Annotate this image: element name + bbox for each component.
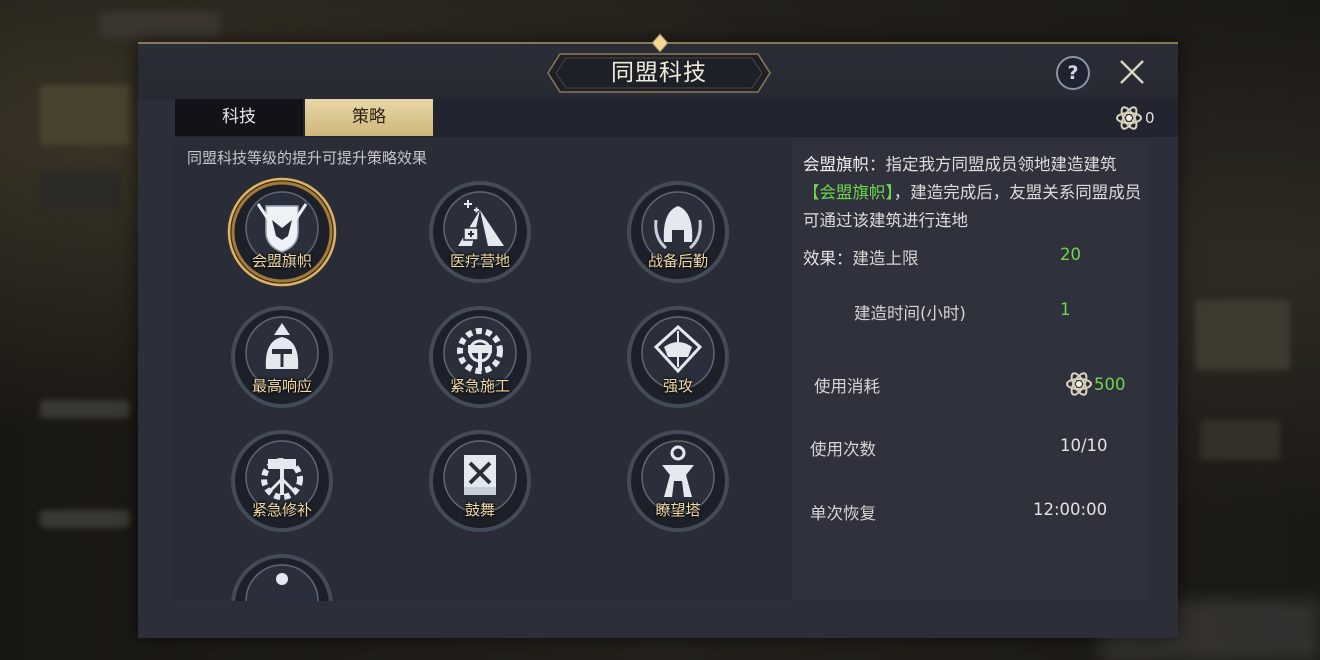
background-avatar-blur bbox=[40, 85, 130, 145]
uses-value: 10/10 bbox=[1060, 436, 1108, 455]
strategy-label: 紧急修补 bbox=[251, 501, 312, 519]
build-time-label: 建造时间(小时) bbox=[854, 304, 966, 323]
description-text: ：指定我方同盟成员领地建造建筑 bbox=[869, 155, 1117, 174]
knight-helmet-icon bbox=[231, 306, 333, 408]
description-highlight: 【会盟旗帜】 bbox=[803, 183, 894, 202]
medical-tent-icon bbox=[429, 181, 531, 283]
strategy-label: 最高响应 bbox=[251, 377, 312, 395]
build-time-value: 1 bbox=[1060, 300, 1071, 319]
strategy-node-repair[interactable]: 紧急修补 bbox=[226, 425, 338, 537]
strategy-label: 鼓舞 bbox=[464, 501, 495, 519]
tab-bar: 科技 策略 0 bbox=[175, 99, 1178, 137]
strategy-node-assault[interactable]: 强攻 bbox=[622, 301, 734, 413]
strategy-node-partial[interactable] bbox=[226, 549, 338, 601]
watchtower-icon bbox=[627, 430, 729, 532]
strategy-node-logistics[interactable]: 战备后勤 bbox=[622, 176, 734, 288]
banner-icon bbox=[429, 430, 531, 532]
crossed-swords-icon bbox=[627, 306, 729, 408]
dialog-title: 同盟科技 bbox=[611, 60, 707, 86]
strategy-label: 瞭望塔 bbox=[655, 501, 701, 519]
strategy-label: 战备后勤 bbox=[647, 252, 708, 270]
currency-value: 0 bbox=[1145, 109, 1155, 127]
strategy-grid-area: 同盟科技等级的提升可提升策略效果 会盟旗帜 医疗营地 战备后勤 最高响应 紧急施… bbox=[172, 141, 792, 601]
help-button[interactable]: ? bbox=[1056, 56, 1090, 90]
strategy-node-flag[interactable]: 会盟旗帜 bbox=[226, 176, 338, 288]
gear-wrench-icon bbox=[231, 430, 333, 532]
close-icon bbox=[1120, 60, 1144, 84]
background-title-blur bbox=[100, 12, 220, 38]
background-block-blur bbox=[40, 510, 130, 528]
strategy-node-inspire[interactable]: 鼓舞 bbox=[424, 425, 536, 537]
gear-hammer-icon bbox=[429, 306, 531, 408]
atom-icon bbox=[1116, 106, 1142, 130]
close-button[interactable] bbox=[1116, 56, 1148, 88]
background-block-blur bbox=[1200, 420, 1280, 460]
strategy-detail-panel: 会盟旗帜：指定我方同盟成员领地建造建筑【会盟旗帜】，建造完成后，友盟关系同盟成员… bbox=[792, 141, 1148, 601]
alliance-tech-dialog: 同盟科技 ? 科技 策略 0 同盟科技等级的提升可提升策略效果 会盟旗帜 医疗营… bbox=[138, 42, 1178, 638]
background-block-blur bbox=[1195, 300, 1290, 370]
helmet-laurel-icon bbox=[627, 181, 729, 283]
effect-prefix: 效果： bbox=[803, 249, 853, 268]
eagle-shield-icon bbox=[227, 177, 337, 287]
locked-strategy-icon bbox=[231, 554, 333, 601]
strategy-label: 紧急施工 bbox=[449, 377, 510, 395]
strategy-node-watchtower[interactable]: 瞭望塔 bbox=[622, 425, 734, 537]
cost-amount: 500 bbox=[1094, 374, 1126, 394]
build-limit-label: 建造上限 bbox=[852, 249, 919, 268]
atom-icon bbox=[1066, 372, 1092, 396]
tab-tech[interactable]: 科技 bbox=[175, 99, 303, 136]
background-block-blur bbox=[40, 400, 130, 418]
strategy-label: 医疗营地 bbox=[449, 252, 510, 270]
effect-label: 效果：建造上限 bbox=[803, 245, 919, 269]
strategy-label: 强攻 bbox=[662, 377, 693, 395]
build-limit-value: 20 bbox=[1060, 245, 1081, 264]
strategy-node-response[interactable]: 最高响应 bbox=[226, 301, 338, 413]
strategy-hint: 同盟科技等级的提升可提升策略效果 bbox=[187, 149, 428, 167]
recover-value: 12:00:00 bbox=[1033, 500, 1108, 519]
strategy-node-construction[interactable]: 紧急施工 bbox=[424, 301, 536, 413]
cost-value: 500 bbox=[1064, 371, 1126, 397]
strategy-description: 会盟旗帜：指定我方同盟成员领地建造建筑【会盟旗帜】，建造完成后，友盟关系同盟成员… bbox=[803, 151, 1143, 235]
background-block-blur bbox=[40, 170, 120, 210]
recover-label: 单次恢复 bbox=[810, 504, 876, 523]
title-ornament bbox=[651, 33, 669, 53]
strategy-node-medical[interactable]: 医疗营地 bbox=[424, 176, 536, 288]
currency-display: 0 bbox=[1115, 105, 1155, 131]
strategy-label: 会盟旗帜 bbox=[251, 252, 312, 270]
uses-label: 使用次数 bbox=[810, 440, 876, 459]
strategy-name: 会盟旗帜 bbox=[803, 155, 869, 174]
tab-strategy[interactable]: 策略 bbox=[305, 99, 433, 136]
title-plate: 同盟科技 bbox=[546, 52, 772, 94]
cost-label: 使用消耗 bbox=[814, 377, 880, 396]
